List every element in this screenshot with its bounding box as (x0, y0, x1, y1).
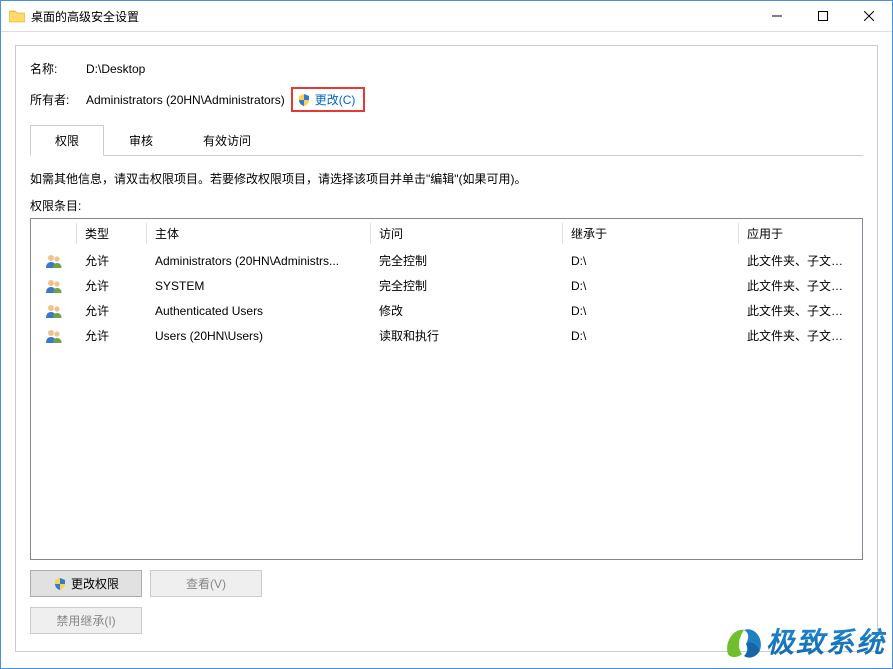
change-owner-text: 更改(C) (315, 91, 356, 108)
tab-permissions-label: 权限 (55, 134, 79, 148)
cell-principal: Authenticated Users (147, 302, 371, 320)
shield-icon (53, 577, 67, 591)
minimize-button[interactable] (754, 1, 800, 30)
permission-list[interactable]: 类型 主体 访问 继承于 应用于 允许Administrators (20HN\… (30, 218, 863, 560)
col-inherited[interactable]: 继承于 (563, 219, 739, 248)
owner-row: 所有者: Administrators (20HN\Administrators… (30, 87, 863, 112)
cell-principal: Users (20HN\Users) (147, 327, 371, 345)
change-permissions-button[interactable]: 更改权限 (30, 570, 142, 597)
col-access[interactable]: 访问 (371, 219, 563, 248)
users-icon (31, 276, 77, 296)
cell-principal: Administrators (20HN\Administrs... (147, 252, 371, 270)
watermark-text: 极致系统 (766, 621, 886, 661)
watermark: 极致系统 (720, 620, 886, 662)
users-icon (31, 251, 77, 271)
cell-inherited: D:\ (563, 277, 739, 295)
list-header: 类型 主体 访问 继承于 应用于 (31, 219, 862, 248)
users-icon (31, 326, 77, 346)
cell-applies: 此文件夹、子文件夹和文件 (739, 250, 862, 271)
disable-inheritance-label: 禁用继承(I) (56, 612, 115, 629)
change-permissions-label: 更改权限 (71, 575, 119, 592)
info-text: 如需其他信息，请双击权限项目。若要修改权限项目，请选择该项目并单击"编辑"(如果… (30, 170, 863, 187)
entries-label: 权限条目: (30, 197, 863, 214)
cell-principal: SYSTEM (147, 277, 371, 295)
button-row-1: 更改权限 查看(V) (30, 570, 863, 597)
users-icon (31, 301, 77, 321)
cell-applies: 此文件夹、子文件夹和文件 (739, 300, 862, 321)
cell-type: 允许 (77, 325, 147, 346)
window-controls (754, 1, 892, 31)
window: 桌面的高级安全设置 名称: D:\Desktop 所有者: Administra… (0, 0, 893, 669)
name-row: 名称: D:\Desktop (30, 60, 863, 77)
permission-row[interactable]: 允许SYSTEM完全控制D:\此文件夹、子文件夹和文件 (31, 273, 862, 298)
cell-type: 允许 (77, 275, 147, 296)
permission-row[interactable]: 允许Users (20HN\Users)读取和执行D:\此文件夹、子文件夹和文件 (31, 323, 862, 348)
cell-type: 允许 (77, 250, 147, 271)
cell-access: 读取和执行 (371, 325, 563, 346)
tab-effective-label: 有效访问 (203, 134, 251, 148)
cell-access: 完全控制 (371, 250, 563, 271)
tab-strip: 权限 审核 有效访问 (30, 124, 863, 156)
close-button[interactable] (846, 1, 892, 30)
owner-label: 所有者: (30, 91, 86, 108)
cell-applies: 此文件夹、子文件夹和文件 (739, 275, 862, 296)
maximize-button[interactable] (800, 1, 846, 30)
name-value: D:\Desktop (86, 62, 145, 76)
owner-value: Administrators (20HN\Administrators) (86, 93, 285, 107)
col-type[interactable]: 类型 (77, 219, 147, 248)
cell-inherited: D:\ (563, 302, 739, 320)
watermark-logo-icon (720, 620, 766, 662)
cell-applies: 此文件夹、子文件夹和文件 (739, 325, 862, 346)
col-applies[interactable]: 应用于 (739, 219, 862, 248)
shield-icon (297, 93, 311, 107)
titlebar: 桌面的高级安全设置 (1, 1, 892, 32)
disable-inheritance-button: 禁用继承(I) (30, 607, 142, 634)
col-principal[interactable]: 主体 (147, 219, 371, 248)
window-title: 桌面的高级安全设置 (31, 8, 754, 25)
cell-inherited: D:\ (563, 327, 739, 345)
permission-row[interactable]: 允许Administrators (20HN\Administrs...完全控制… (31, 248, 862, 273)
permission-row[interactable]: 允许Authenticated Users修改D:\此文件夹、子文件夹和文件 (31, 298, 862, 323)
change-owner-link[interactable]: 更改(C) (291, 87, 366, 112)
cell-access: 完全控制 (371, 275, 563, 296)
cell-inherited: D:\ (563, 252, 739, 270)
tab-effective-access[interactable]: 有效访问 (178, 125, 276, 156)
view-button-label: 查看(V) (186, 575, 226, 592)
client-area: 名称: D:\Desktop 所有者: Administrators (20HN… (15, 45, 878, 652)
tab-permissions[interactable]: 权限 (30, 125, 104, 156)
name-label: 名称: (30, 60, 86, 77)
view-button: 查看(V) (150, 570, 262, 597)
cell-access: 修改 (371, 300, 563, 321)
folder-icon (9, 9, 25, 23)
tab-auditing-label: 审核 (129, 134, 153, 148)
tab-auditing[interactable]: 审核 (104, 125, 178, 156)
cell-type: 允许 (77, 300, 147, 321)
col-icon[interactable] (31, 219, 77, 248)
